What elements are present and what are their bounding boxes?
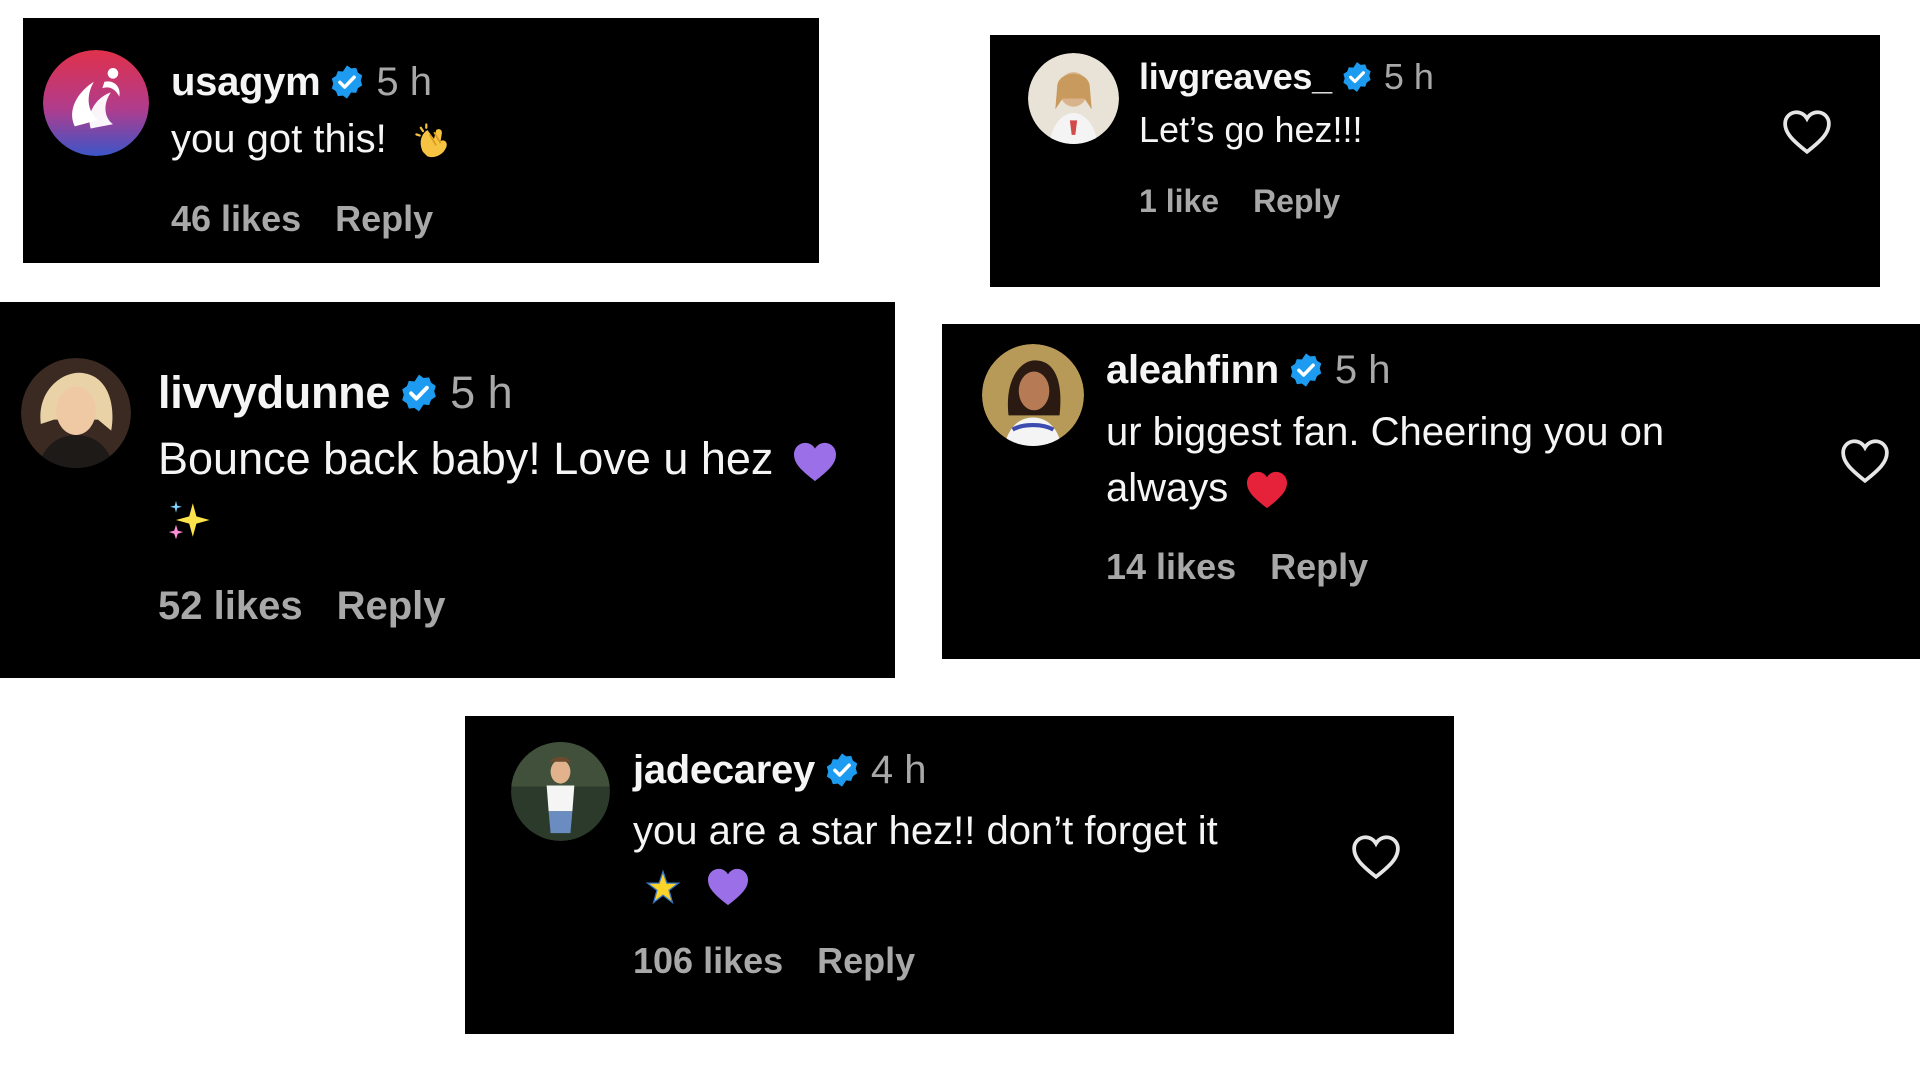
profile-photo-icon	[982, 344, 1084, 446]
purple-heart-icon	[792, 441, 838, 483]
reply-button[interactable]: Reply	[817, 940, 915, 982]
likes-count[interactable]: 46 likes	[171, 198, 301, 240]
timestamp: 5 h	[1334, 347, 1391, 392]
comment-text: Let’s go hez!!!	[1139, 109, 1363, 151]
like-heart-icon[interactable]	[1351, 834, 1401, 880]
username[interactable]: usagym	[171, 60, 321, 105]
usagym-logo-icon	[43, 50, 149, 156]
comment-text-content: you are a star hez!! don’t forget it	[633, 809, 1218, 853]
comment-header: livvydunne 5 h	[158, 367, 513, 419]
verified-badge-icon	[1287, 351, 1325, 389]
sparkles-icon	[164, 496, 212, 544]
comment-text: Bounce back baby! Love u hez	[158, 430, 838, 546]
like-heart-icon[interactable]	[1840, 438, 1890, 484]
comment-card-aleahfinn: aleahfinn 5 h ur biggest fan. Cheering y…	[942, 324, 1920, 659]
username[interactable]: jadecarey	[633, 748, 815, 793]
comment-meta: 14 likes Reply	[1106, 546, 1368, 588]
comment-header: jadecarey 4 h	[633, 748, 927, 792]
like-heart-icon[interactable]	[1782, 109, 1832, 155]
verified-badge-icon	[1340, 60, 1374, 94]
purple-heart-icon	[706, 867, 750, 907]
timestamp: 4 h	[870, 747, 927, 792]
username[interactable]: livgreaves_	[1139, 56, 1332, 98]
likes-count[interactable]: 106 likes	[633, 940, 783, 982]
avatar[interactable]	[511, 742, 610, 841]
comment-card-jadecarey: jadecarey 4 h you are a star hez!! don’t…	[465, 716, 1454, 1034]
comment-text-content: Let’s go hez!!!	[1139, 109, 1363, 150]
comment-text-content: Bounce back baby! Love u hez	[158, 433, 774, 484]
likes-count[interactable]: 14 likes	[1106, 546, 1236, 588]
likes-count[interactable]: 52 likes	[158, 584, 303, 629]
verified-badge-icon	[328, 63, 366, 101]
comment-meta: 46 likes Reply	[171, 198, 433, 240]
comment-text: you got this!	[171, 116, 456, 163]
avatar[interactable]	[982, 344, 1084, 446]
red-heart-icon	[1245, 470, 1289, 510]
reply-button[interactable]: Reply	[1270, 546, 1368, 588]
username[interactable]: aleahfinn	[1106, 348, 1279, 393]
avatar[interactable]	[43, 50, 149, 156]
comment-text-line-1: ur biggest fan. Cheering you on	[1106, 410, 1665, 454]
comment-meta: 1 like Reply	[1139, 183, 1340, 220]
username[interactable]: livvydunne	[158, 367, 390, 419]
comment-card-livvydunne: livvydunne 5 h Bounce back baby! Love u …	[0, 302, 895, 678]
comment-header: usagym 5 h	[171, 60, 432, 104]
likes-count[interactable]: 1 like	[1139, 183, 1219, 220]
timestamp: 5 h	[450, 367, 513, 418]
comment-card-usagym: usagym 5 h you got this! 46 likes Reply	[23, 18, 819, 263]
comment-card-livgreaves: livgreaves_ 5 h Let’s go hez!!! 1 like R…	[990, 35, 1880, 287]
profile-photo-icon	[21, 358, 131, 468]
profile-photo-icon	[1028, 53, 1119, 144]
verified-badge-icon	[823, 751, 861, 789]
verified-badge-icon	[398, 372, 440, 414]
avatar[interactable]	[21, 358, 131, 468]
comment-text-line-2: always	[1106, 466, 1229, 510]
reply-button[interactable]: Reply	[335, 198, 433, 240]
timestamp: 5 h	[1383, 56, 1434, 97]
comment-header: livgreaves_ 5 h	[1139, 56, 1434, 98]
timestamp: 5 h	[376, 59, 432, 104]
comment-text: you are a star hez!! don’t forget it	[633, 804, 1218, 912]
profile-photo-icon	[511, 742, 610, 841]
comment-text-content: you got this!	[171, 117, 387, 161]
reply-button[interactable]: Reply	[1253, 183, 1340, 220]
comment-header: aleahfinn 5 h	[1106, 348, 1391, 392]
comment-meta: 106 likes Reply	[633, 940, 915, 982]
avatar[interactable]	[1028, 53, 1119, 144]
star-icon	[641, 865, 685, 909]
clapping-hands-icon	[412, 119, 456, 163]
reply-button[interactable]: Reply	[337, 584, 446, 629]
comment-text: ur biggest fan. Cheering you on always	[1106, 404, 1664, 516]
comment-meta: 52 likes Reply	[158, 584, 446, 629]
